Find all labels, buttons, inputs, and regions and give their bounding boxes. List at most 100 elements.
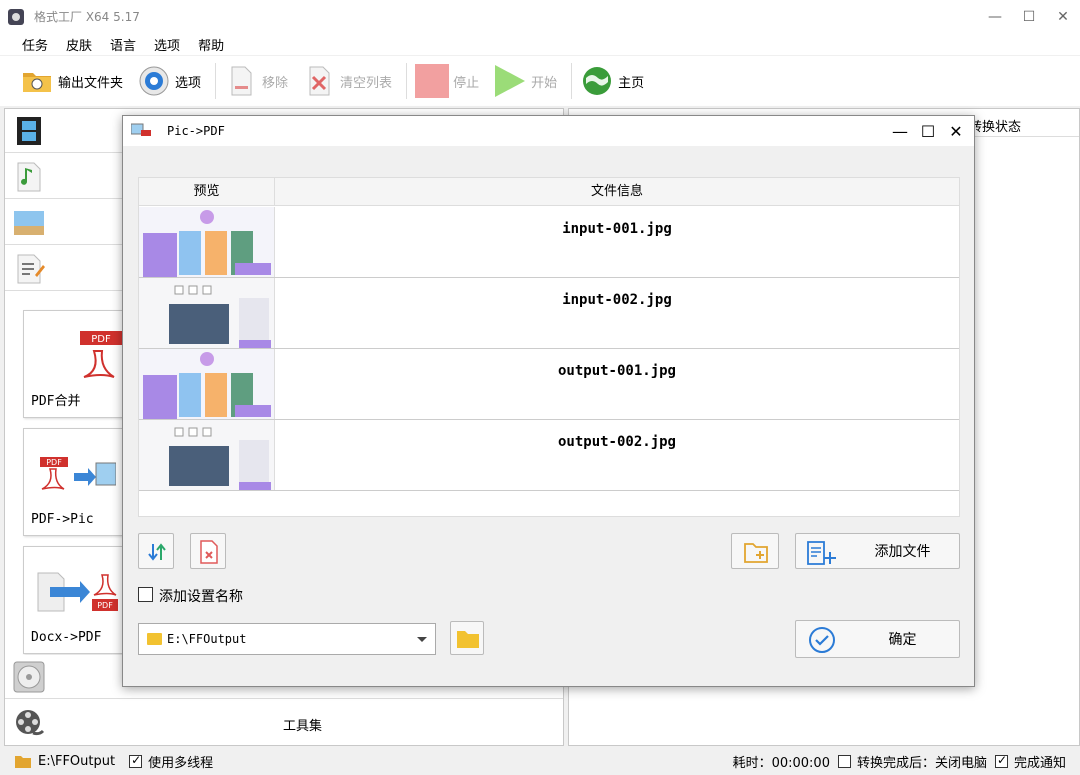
remove-button[interactable]: 移除 [224, 64, 288, 98]
window-title: 格式工厂 X64 5.17 [34, 10, 140, 24]
toolbar-separator [215, 63, 217, 99]
output-folder-button[interactable]: 输出文件夹 [20, 64, 123, 98]
clear-list-label: 清空列表 [340, 75, 393, 91]
file-table-header: 预览 文件信息 [139, 178, 959, 206]
menu-help[interactable]: 帮助 [198, 35, 224, 54]
header-preview: 预览 [139, 178, 275, 206]
dialog-maximize-button[interactable]: ☐ [914, 116, 942, 146]
chevron-down-icon [417, 637, 427, 642]
output-path-select[interactable]: E:\FFOutput [138, 623, 436, 655]
preview-thumbnail [139, 349, 275, 419]
picture-icon [14, 211, 44, 235]
format-factory-window: 格式工厂 X64 5.17 — ☐ ✕ 任务 皮肤 语言 选项 帮助 输出文件夹 [0, 0, 1080, 775]
stop-button[interactable]: 停止 [415, 64, 479, 98]
stop-icon [415, 64, 450, 98]
remove-doc-icon [231, 66, 252, 96]
document-icon [17, 254, 45, 284]
close-button[interactable]: ✕ [1046, 0, 1080, 33]
file-name: output-001.jpg [557, 363, 676, 379]
dialog-minimize-button[interactable]: — [886, 116, 914, 146]
window-controls: — ☐ ✕ [978, 0, 1080, 33]
file-name: input-001.jpg [562, 221, 672, 237]
folder-icon [147, 633, 162, 645]
maximize-button[interactable]: ☐ [1012, 0, 1046, 33]
toolset-label: 工具集 [283, 719, 323, 734]
file-name: input-002.jpg [562, 292, 672, 308]
folder-icon [23, 73, 51, 92]
header-file-info: 文件信息 [590, 184, 643, 199]
toolbar-separator [571, 63, 573, 99]
file-row[interactable]: input-002.jpg [139, 278, 959, 349]
film-icon [17, 117, 41, 145]
toolbar: 输出文件夹 选项 移除 清空列表 停止 开始 主页 [0, 56, 1080, 106]
menu-bar: 任务 皮肤 语言 选项 帮助 [0, 33, 1080, 55]
tool-pdf-to-pic[interactable]: PDF PDF->Pic [23, 428, 123, 536]
browse-folder-button[interactable] [450, 621, 484, 655]
multithread-label: 使用多线程 [148, 755, 214, 771]
add-folder-icon [744, 543, 768, 563]
tool-pdf-to-pic-label: PDF->Pic [31, 512, 94, 527]
dialog-close-button[interactable]: ✕ [942, 116, 970, 146]
tool-docx-to-pdf[interactable]: PDF Docx->PDF [23, 546, 123, 654]
home-button[interactable]: 主页 [580, 64, 644, 98]
confirm-button[interactable]: 确定 [795, 620, 960, 658]
options-gear-icon [139, 66, 169, 96]
remove-label: 移除 [262, 75, 289, 91]
preview-thumbnail [139, 278, 275, 348]
sort-arrows-icon [148, 543, 166, 561]
tool-docx-to-pdf-label: Docx->PDF [31, 630, 102, 645]
clear-list-button[interactable]: 清空列表 [302, 64, 392, 98]
minimize-button[interactable]: — [978, 0, 1012, 33]
app-logo-icon [8, 8, 24, 25]
multithread-checkbox[interactable] [129, 753, 143, 768]
file-row[interactable]: output-001.jpg [139, 349, 959, 420]
status-folder-icon[interactable] [14, 753, 32, 769]
sort-button[interactable] [138, 533, 174, 569]
file-row[interactable]: output-002.jpg [139, 420, 959, 491]
options-button[interactable]: 选项 [137, 64, 201, 98]
disc-icon [13, 661, 45, 693]
preview-thumbnail [139, 207, 275, 277]
file-name: output-002.jpg [557, 434, 676, 450]
globe-icon [583, 67, 612, 95]
menu-language[interactable]: 语言 [110, 35, 136, 54]
file-row[interactable]: input-001.jpg [139, 207, 959, 278]
menu-skin[interactable]: 皮肤 [66, 35, 92, 54]
svg-text:PDF: PDF [91, 334, 111, 345]
confirm-label: 确定 [888, 632, 917, 648]
folder-icon [457, 631, 479, 648]
status-bar: E:\FFOutput 使用多线程 耗时：00:00:00 转换完成后：关闭电脑… [0, 747, 1080, 775]
after-convert-label: 转换完成后：关闭电脑 [856, 755, 987, 771]
column-convert-status[interactable]: 转换状态 [969, 116, 1021, 135]
svg-text:PDF: PDF [46, 458, 62, 467]
output-folder-label: 输出文件夹 [58, 75, 124, 91]
title-bar: 格式工厂 X64 5.17 — ☐ ✕ [0, 0, 1080, 33]
shutdown-checkbox[interactable] [837, 754, 851, 768]
film-reel-icon [16, 710, 45, 736]
dialog-title-bar: Pic->PDF — ☐ ✕ [123, 116, 974, 146]
menu-task[interactable]: 任务 [22, 35, 48, 54]
toolbar-separator [406, 63, 408, 99]
dialog-window-controls: — ☐ ✕ [886, 116, 970, 146]
start-label: 开始 [531, 75, 558, 91]
add-file-button[interactable]: 添加文件 [795, 533, 960, 569]
file-table: 预览 文件信息 input-001.jpg input-002.jpg outp… [138, 177, 960, 517]
elapsed-time: 耗时：00:00:00 [732, 755, 830, 771]
pic-to-pdf-icon [131, 123, 151, 136]
delete-doc-icon [200, 540, 218, 564]
add-settings-name-checkbox[interactable] [138, 587, 153, 602]
menu-options[interactable]: 选项 [154, 35, 180, 54]
pdf-icon: PDF [80, 331, 122, 378]
docx-to-pdf-icon: PDF [37, 572, 118, 612]
pic-to-pdf-dialog: Pic->PDF — ☐ ✕ 预览 文件信息 input-001.jpg inp… [122, 115, 975, 687]
add-folder-button[interactable] [731, 533, 779, 569]
start-button[interactable]: 开始 [493, 64, 557, 98]
tool-pdf-merge[interactable]: PDF PDF合并 [23, 310, 123, 418]
notify-checkbox[interactable] [994, 753, 1008, 768]
delete-file-button[interactable] [190, 533, 226, 569]
add-file-label: 添加文件 [874, 544, 931, 560]
stop-label: 停止 [453, 75, 480, 91]
category-toolset[interactable]: 工具集 [5, 701, 563, 745]
status-output-path[interactable]: E:\FFOutput [38, 754, 115, 769]
clear-list-icon [309, 66, 330, 96]
